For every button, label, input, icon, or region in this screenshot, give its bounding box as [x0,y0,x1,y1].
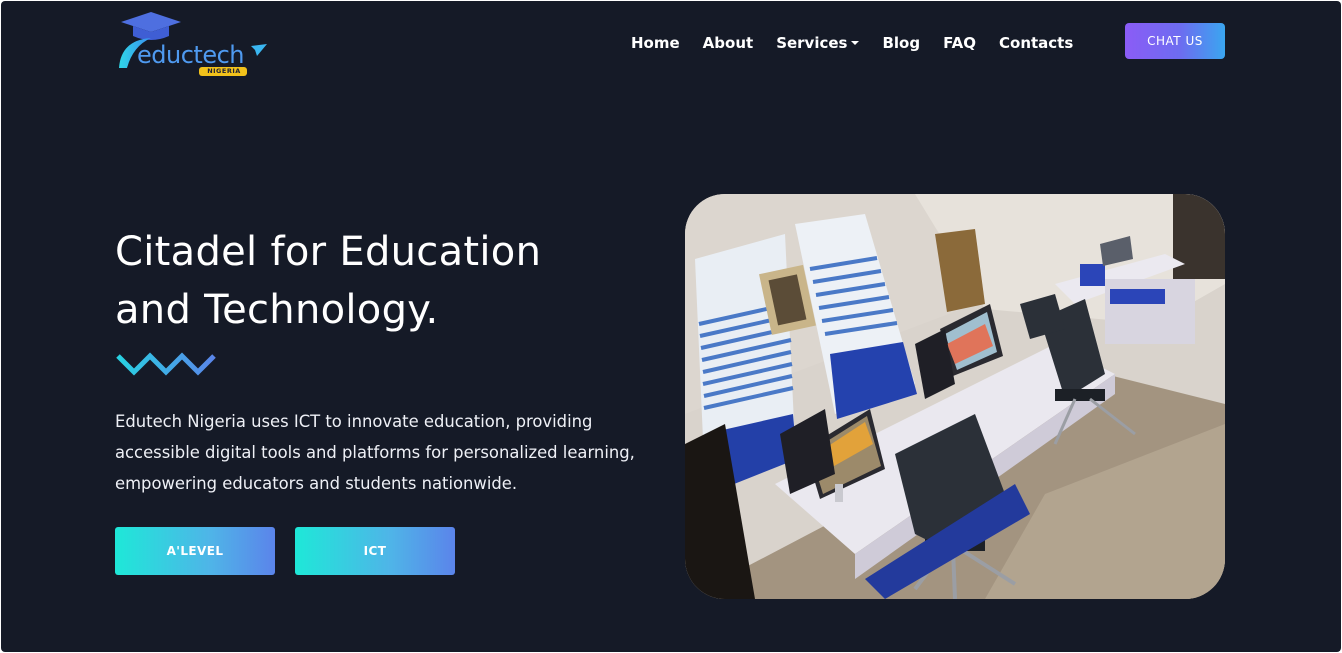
ict-button[interactable]: ICT [295,527,455,575]
nav-services[interactable]: Services [776,34,860,52]
logo-text: eductech [137,41,245,69]
nav-contacts-label: Contacts [999,34,1074,52]
hero-title: Citadel for Education and Technology. [115,223,655,339]
nav-services-label: Services [776,34,848,52]
nav-home-label: Home [631,34,680,52]
nav-about[interactable]: About [703,34,754,52]
chat-us-button[interactable]: CHAT US [1125,23,1225,59]
hero-desc-line-3: empowering educators and students nation… [115,474,518,493]
hero-title-line-2: and Technology. [115,287,439,333]
page-frame: eductech NIGERIA Home About Services Blo… [1,1,1341,652]
nav-faq[interactable]: FAQ [943,34,976,52]
main-nav: Home About Services Blog FAQ Contacts [631,31,1096,55]
chevron-down-icon [851,41,860,45]
hero-description: Edutech Nigeria uses ICT to innovate edu… [115,406,635,499]
computer-lab-photo [685,194,1225,599]
logo-subtext: NIGERIA [207,67,241,75]
nav-about-label: About [702,34,754,52]
hero-desc-line-1: Edutech Nigeria uses ICT to innovate edu… [115,412,593,431]
zigzag-divider-icon [116,352,216,376]
nav-contacts[interactable]: Contacts [999,34,1073,52]
brand-logo[interactable]: eductech NIGERIA [115,10,271,78]
hero-desc-line-2: accessible digital tools and platforms f… [115,443,635,462]
nav-blog[interactable]: Blog [882,34,920,52]
alevel-button[interactable]: A'LEVEL [115,527,275,575]
hero-title-line-1: Citadel for Education [115,229,542,275]
nav-blog-label: Blog [882,34,921,52]
nav-faq-label: FAQ [943,34,976,52]
nav-home[interactable]: Home [631,34,680,52]
